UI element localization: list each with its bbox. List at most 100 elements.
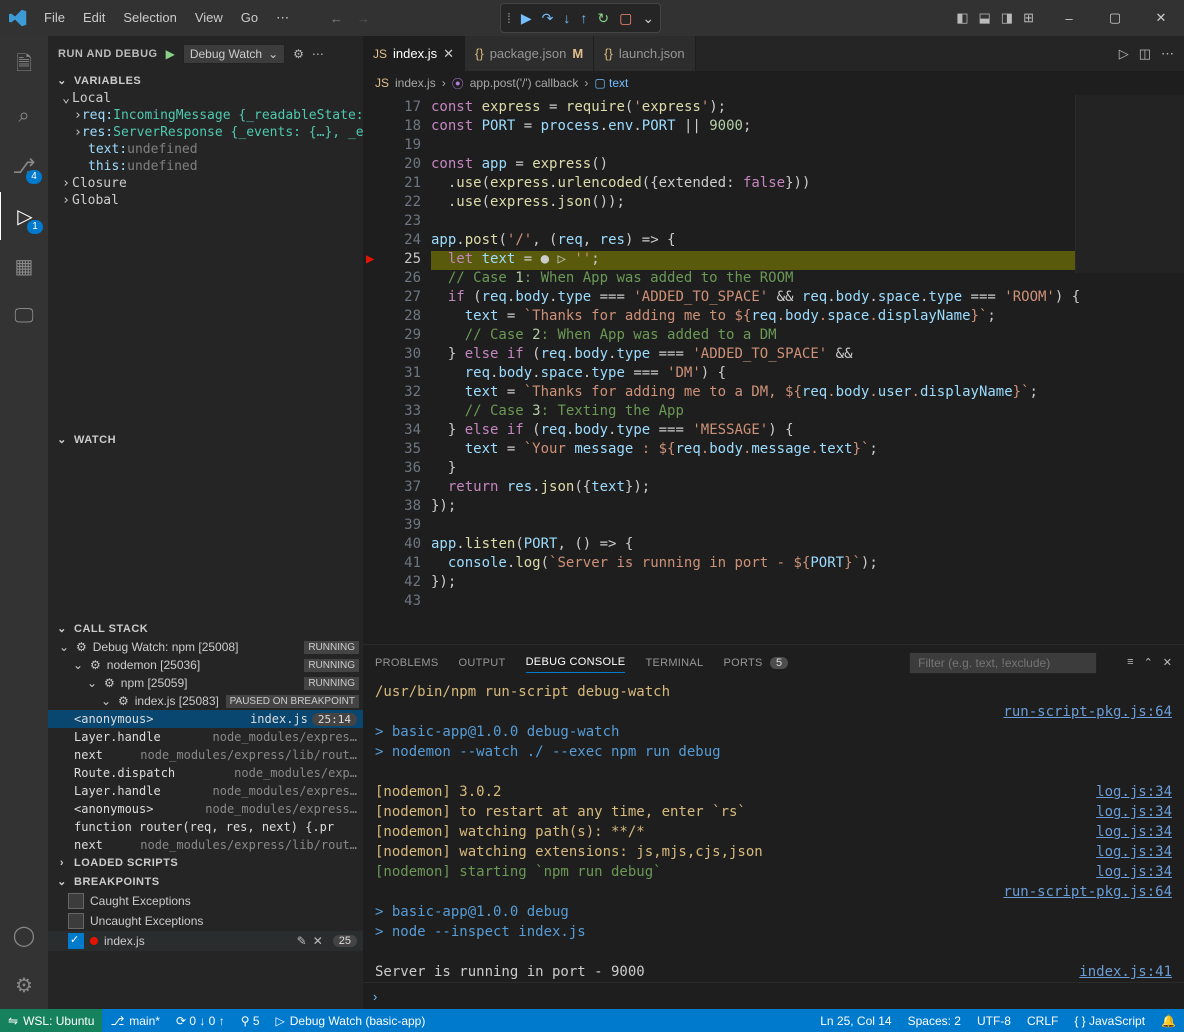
bp-file[interactable]: index.js ✎ ✕ 25 <box>48 931 363 951</box>
stack-frame[interactable]: function router(req, res, next) {.pr <box>48 818 363 836</box>
variables-tree: ⌄Local ›req: IncomingMessage {_readableS… <box>48 90 363 430</box>
callstack-item[interactable]: ⌄⚙Debug Watch: npm [25008]RUNNING <box>48 638 363 656</box>
maximize-button[interactable]: ▢ <box>1092 0 1138 36</box>
debug-dropdown-icon[interactable]: ⌄ <box>642 10 654 27</box>
stack-frame[interactable]: Route.dispatchnode_modules/exp… <box>48 764 363 782</box>
toggle-panel-icon[interactable]: ⬓ <box>979 10 991 26</box>
extensions-icon[interactable]: ▦ <box>0 242 48 290</box>
loaded-scripts-header[interactable]: ›LOADED SCRIPTS <box>48 854 363 872</box>
continue-icon[interactable]: ▶ <box>521 10 532 27</box>
var-res[interactable]: ›res: ServerResponse {_events: {…}, _ev… <box>48 124 363 141</box>
menu-more[interactable]: ⋯ <box>268 6 297 30</box>
config-gear-icon[interactable]: ⚙ <box>293 47 304 61</box>
status-eol[interactable]: CRLF <box>1019 1014 1066 1028</box>
stack-frame[interactable]: Layer.handlenode_modules/expres… <box>48 782 363 800</box>
search-icon[interactable]: ⌕ <box>0 92 48 140</box>
run-icon[interactable]: ▷ <box>1119 46 1129 62</box>
stack-frame[interactable]: nextnode_modules/express/lib/rout… <box>48 836 363 854</box>
bp-uncaught[interactable]: Uncaught Exceptions <box>48 911 363 931</box>
status-debug[interactable]: ▷ Debug Watch (basic-app) <box>268 1014 434 1028</box>
step-over-icon[interactable]: ↷ <box>542 10 554 27</box>
code-editor[interactable]: 1718192021222324▶25262728293031323334353… <box>363 95 1184 644</box>
stack-frame[interactable]: Layer.handlenode_modules/expres… <box>48 728 363 746</box>
var-this[interactable]: this: undefined <box>48 158 363 175</box>
panel-tab-terminal[interactable]: TERMINAL <box>645 653 703 673</box>
restart-icon[interactable]: ↻ <box>597 10 609 27</box>
callstack-item[interactable]: ⌄⚙index.js [25083]PAUSED ON BREAKPOINT <box>48 692 363 710</box>
var-text[interactable]: text: undefined <box>48 141 363 158</box>
customize-layout-icon[interactable]: ⊞ <box>1023 10 1034 26</box>
source-control-icon[interactable]: ⎇4 <box>0 142 48 190</box>
status-sync[interactable]: ⟳ 0 ↓ 0 ↑ <box>168 1014 233 1028</box>
status-remote[interactable]: ⇋ WSL: Ubuntu <box>0 1009 102 1032</box>
debug-console-input[interactable]: › <box>363 982 1184 1009</box>
minimap[interactable] <box>1075 95 1184 273</box>
start-debug-icon[interactable]: ▶ <box>166 47 175 61</box>
tab-package-json[interactable]: {}package.jsonM <box>465 36 594 71</box>
edit-icon[interactable]: ✎ <box>297 934 307 948</box>
status-cursor[interactable]: Ln 25, Col 14 <box>812 1014 899 1028</box>
settings-gear-icon[interactable]: ⚙ <box>0 961 48 1009</box>
var-req[interactable]: ›req: IncomingMessage {_readableState: … <box>48 107 363 124</box>
close-icon[interactable]: ✕ <box>443 46 454 62</box>
panel-tab-debugconsole[interactable]: DEBUG CONSOLE <box>526 652 626 673</box>
checkbox[interactable] <box>68 893 84 909</box>
status-bell-icon[interactable]: 🔔 <box>1153 1014 1184 1028</box>
step-into-icon[interactable]: ↓ <box>563 10 570 26</box>
breakpoints-header[interactable]: ⌄BREAKPOINTS <box>48 872 363 891</box>
breadcrumb[interactable]: JS index.js › ⦿ app.post('/') callback ›… <box>363 71 1184 95</box>
menu-file[interactable]: File <box>36 6 73 30</box>
watch-header[interactable]: ⌄WATCH <box>48 430 363 449</box>
nav-forward-icon[interactable]: → <box>357 11 370 26</box>
scope-closure[interactable]: ›Closure <box>48 175 363 192</box>
toggle-primary-sidebar-icon[interactable]: ◧ <box>956 10 968 26</box>
status-encoding[interactable]: UTF-8 <box>969 1014 1019 1028</box>
debug-console-output[interactable]: /usr/bin/npm run-script debug-watch run-… <box>363 680 1184 982</box>
variables-header[interactable]: ⌄VARIABLES <box>48 71 363 90</box>
scope-local[interactable]: ⌄Local <box>48 90 363 107</box>
callstack-item[interactable]: ⌄⚙nodemon [25036]RUNNING <box>48 656 363 674</box>
menu-view[interactable]: View <box>187 6 231 30</box>
drag-handle-icon[interactable]: ⁞ <box>507 10 511 26</box>
toggle-secondary-sidebar-icon[interactable]: ◨ <box>1001 10 1013 26</box>
menu-go[interactable]: Go <box>233 6 266 30</box>
panel-tab-output[interactable]: OUTPUT <box>459 653 506 673</box>
panel-tab-ports[interactable]: PORTS 5 <box>723 653 788 673</box>
status-language[interactable]: { } JavaScript <box>1066 1014 1153 1028</box>
more-icon[interactable]: ⋯ <box>312 47 324 61</box>
bp-caught[interactable]: Caught Exceptions <box>48 891 363 911</box>
stack-frame[interactable]: <anonymous>node_modules/express… <box>48 800 363 818</box>
panel-tab-problems[interactable]: PROBLEMS <box>375 653 439 673</box>
console-filter-input[interactable] <box>909 652 1097 674</box>
collapse-all-icon[interactable]: ⌃ <box>1144 656 1153 669</box>
tab-launch-json[interactable]: {}launch.json <box>594 36 695 71</box>
explorer-icon[interactable]: 🗎 <box>0 42 48 90</box>
nav-back-icon[interactable]: ← <box>330 11 343 26</box>
stop-icon[interactable]: ▢ <box>619 10 632 27</box>
step-out-icon[interactable]: ↑ <box>580 10 587 26</box>
status-radio[interactable]: ⚲ 5 <box>233 1014 268 1028</box>
status-spaces[interactable]: Spaces: 2 <box>900 1014 969 1028</box>
status-branch[interactable]: ⎇ main* <box>102 1014 168 1028</box>
menu-selection[interactable]: Selection <box>115 6 184 30</box>
run-debug-icon[interactable]: ▷1 <box>0 192 49 240</box>
close-panel-icon[interactable]: ✕ <box>1163 656 1172 669</box>
close-button[interactable]: ✕ <box>1138 0 1184 36</box>
accounts-icon[interactable]: ◯ <box>0 911 48 959</box>
more-icon[interactable]: ⋯ <box>1161 46 1174 62</box>
scope-global[interactable]: ›Global <box>48 192 363 209</box>
stack-frame[interactable]: <anonymous>index.js25:14 <box>48 710 363 728</box>
split-icon[interactable]: ◫ <box>1139 46 1151 62</box>
stack-frame[interactable]: nextnode_modules/express/lib/rout… <box>48 746 363 764</box>
remote-explorer-icon[interactable]: 🖵 <box>0 292 48 340</box>
callstack-header[interactable]: ⌄CALL STACK <box>48 619 363 638</box>
checkbox-checked[interactable] <box>68 933 84 949</box>
debug-config-select[interactable]: Debug Watch⌄ <box>183 44 285 64</box>
checkbox[interactable] <box>68 913 84 929</box>
remove-icon[interactable]: ✕ <box>313 934 323 948</box>
menu-edit[interactable]: Edit <box>75 6 113 30</box>
minimize-button[interactable]: – <box>1046 0 1092 36</box>
callstack-item[interactable]: ⌄⚙npm [25059]RUNNING <box>48 674 363 692</box>
clear-console-icon[interactable]: ≡ <box>1127 656 1133 669</box>
tab-index-js[interactable]: JSindex.js✕ <box>363 36 465 71</box>
